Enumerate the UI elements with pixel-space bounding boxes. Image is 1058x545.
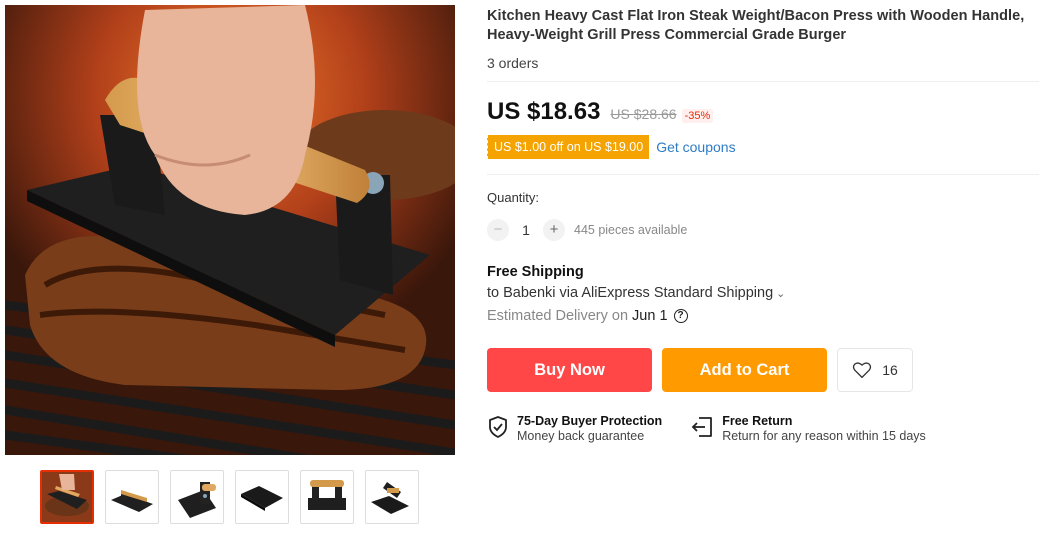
original-price: US $28.66 bbox=[610, 106, 677, 122]
heart-icon bbox=[853, 362, 872, 379]
delivery-label: Estimated Delivery on bbox=[487, 308, 629, 324]
coupon-badge: US $1.00 off on US $19.00 bbox=[487, 135, 650, 159]
thumbnail-2[interactable] bbox=[105, 470, 159, 524]
thumbnail-6[interactable] bbox=[365, 470, 419, 524]
free-return-title: Free Return bbox=[722, 414, 793, 428]
buy-now-button[interactable]: Buy Now bbox=[487, 348, 652, 392]
current-price: US $18.63 bbox=[487, 98, 601, 125]
add-to-cart-button[interactable]: Add to Cart bbox=[662, 348, 827, 392]
product-info-panel: Kitchen Heavy Cast Flat Iron Steak Weigh… bbox=[487, 5, 1039, 444]
estimated-delivery: Estimated Delivery on Jun 1 ? bbox=[487, 308, 1039, 324]
free-return-desc: Return for any reason within 15 days bbox=[722, 429, 926, 443]
discount-badge: -35% bbox=[681, 109, 714, 123]
thumbnail-4[interactable] bbox=[235, 470, 289, 524]
action-buttons: Buy Now Add to Cart 16 bbox=[487, 348, 1039, 392]
pieces-available: 445 pieces available bbox=[574, 223, 688, 237]
shipping-destination-text: to Babenki via AliExpress Standard Shipp… bbox=[487, 285, 774, 301]
divider bbox=[487, 174, 1039, 175]
quantity-decrease-button[interactable]: − bbox=[487, 219, 509, 241]
return-icon bbox=[691, 417, 713, 437]
shipping-title: Free Shipping bbox=[487, 264, 584, 280]
wishlist-button[interactable]: 16 bbox=[837, 348, 913, 392]
get-coupons-link[interactable]: Get coupons bbox=[656, 139, 735, 155]
quantity-value[interactable]: 1 bbox=[509, 222, 543, 238]
quantity-stepper: − 1 + 445 pieces available bbox=[487, 218, 1039, 242]
thumbnail-strip bbox=[40, 470, 419, 524]
delivery-date: Jun 1 bbox=[632, 308, 668, 324]
main-product-image[interactable] bbox=[5, 5, 455, 455]
thumbnail-1[interactable] bbox=[40, 470, 94, 524]
thumbnail-3[interactable] bbox=[170, 470, 224, 524]
wishlist-count: 16 bbox=[882, 362, 898, 378]
order-count: 3 orders bbox=[487, 55, 539, 71]
product-title: Kitchen Heavy Cast Flat Iron Steak Weigh… bbox=[487, 8, 1025, 43]
quantity-increase-button[interactable]: + bbox=[543, 219, 565, 241]
help-icon[interactable]: ? bbox=[673, 309, 688, 323]
divider bbox=[487, 81, 1039, 82]
quantity-label: Quantity: bbox=[487, 190, 540, 205]
shipping-method-selector[interactable]: to Babenki via AliExpress Standard Shipp… bbox=[487, 285, 1039, 301]
buyer-protection[interactable]: 75-Day Buyer Protection Money back guara… bbox=[487, 414, 662, 444]
thumbnail-5[interactable] bbox=[300, 470, 354, 524]
buyer-protection-desc: Money back guarantee bbox=[517, 429, 645, 443]
chevron-down-icon[interactable]: ⌄ bbox=[776, 288, 785, 300]
shield-check-icon bbox=[489, 416, 507, 438]
buyer-protection-title: 75-Day Buyer Protection bbox=[517, 414, 663, 428]
coupon-row: US $1.00 off on US $19.00 Get coupons bbox=[487, 135, 1039, 159]
price-row: US $18.63 US $28.66 -35% bbox=[487, 98, 1039, 125]
free-return[interactable]: Free Return Return for any reason within… bbox=[690, 414, 926, 444]
guarantees: 75-Day Buyer Protection Money back guara… bbox=[487, 414, 1039, 444]
